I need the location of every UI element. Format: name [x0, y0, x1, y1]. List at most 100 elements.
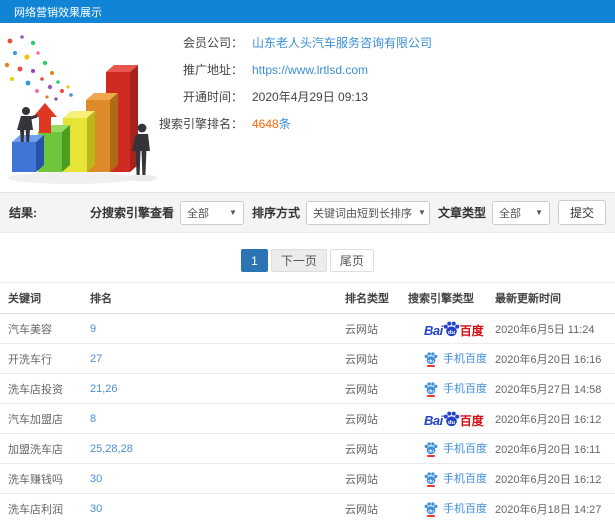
engine-filter-select[interactable]: 全部 ▼	[179, 200, 244, 225]
table-header-row: 关键词 排名 排名类型 搜索引擎类型 最新更新时间	[0, 282, 615, 314]
cell-updated: 2020年5月27日 14:58	[487, 373, 615, 404]
article-type-selected: 全部	[498, 207, 521, 220]
cell-keyword: 开洗车行	[0, 343, 82, 374]
baidu-paw-icon: du	[424, 441, 438, 454]
cell-engine: du 手机百度	[400, 433, 487, 464]
svg-text:du: du	[448, 419, 456, 425]
baidu-paw-icon: du	[443, 321, 459, 336]
cell-rank-type: 云网站	[337, 343, 400, 374]
mobile-baidu-logo: du 手机百度	[424, 380, 487, 397]
baidu-pc-logo: Bai du 百度	[424, 320, 484, 337]
submit-button[interactable]: 提交	[557, 200, 606, 225]
chevron-down-icon: ▼	[229, 208, 237, 217]
open-time-value: 2020年4月29日 09:13	[252, 90, 369, 104]
engine-rank-number: 4648	[252, 117, 279, 131]
cell-rank[interactable]: 21,26	[82, 373, 337, 404]
confetti-dots	[4, 35, 73, 101]
cell-updated: 2020年6月20日 16:16	[487, 343, 615, 374]
baidu-pc-logo: Bai du 百度	[424, 410, 484, 427]
article-type-select[interactable]: 全部 ▼	[491, 200, 550, 225]
info-section: 会员公司： 山东老人头汽车服务咨询有限公司 推广地址： https://www.…	[0, 23, 615, 192]
mobile-baidu-logo: du 手机百度	[424, 440, 487, 457]
cell-engine: Bai du 百度	[400, 313, 487, 344]
page-title: 网络营销效果展示	[14, 6, 102, 19]
cell-rank-type: 云网站	[337, 313, 400, 344]
cell-engine: du 手机百度	[400, 463, 487, 494]
cell-keyword: 洗车赚钱吗	[0, 463, 82, 494]
sort-selected: 关键词由短到长排序	[312, 207, 412, 220]
cell-keyword: 汽车加盟店	[0, 403, 82, 434]
cell-keyword: 汽车美容	[0, 313, 82, 344]
cell-rank[interactable]: 27	[82, 343, 337, 374]
engine-filter-selected: 全部	[186, 207, 209, 220]
table-body: 汽车美容 9 云网站 Bai du 百度 2020年6月5日 11:24 开洗车行 …	[0, 313, 615, 520]
col-rank: 排名	[82, 282, 337, 314]
cell-engine: du 手机百度	[400, 373, 487, 404]
results-table: 关键词 排名 排名类型 搜索引擎类型 最新更新时间 汽车美容 9 云网站 Bai…	[0, 282, 615, 520]
cell-engine: Bai du 百度	[400, 403, 487, 434]
cell-rank[interactable]: 25,28,28	[82, 433, 337, 464]
filter-bar: 结果: 分搜索引擎查看 全部 ▼ 排序方式 关键词由短到长排序 ▼ 文章类型 全…	[0, 192, 615, 233]
baidu-paw-icon: du	[443, 411, 459, 426]
mobile-baidu-logo: du 手机百度	[424, 350, 487, 367]
col-updated: 最新更新时间	[487, 282, 615, 314]
cell-keyword: 加盟洗车店	[0, 433, 82, 464]
cell-rank-type: 云网站	[337, 493, 400, 520]
page-button-1[interactable]: 1	[241, 249, 268, 272]
table-row: 洗车店投资 21,26 云网站 du 手机百度 2020年5月27日 14:58	[0, 373, 615, 404]
svg-text:du: du	[428, 358, 434, 364]
mobile-baidu-logo: du 手机百度	[424, 500, 487, 517]
cell-rank[interactable]: 9	[82, 313, 337, 344]
baidu-paw-icon: du	[424, 381, 438, 394]
svg-text:du: du	[428, 508, 434, 514]
filter-controls: 分搜索引擎查看 全部 ▼ 排序方式 关键词由短到长排序 ▼ 文章类型 全部 ▼ …	[82, 200, 606, 225]
cell-rank[interactable]: 30	[82, 463, 337, 494]
col-rank-type: 排名类型	[337, 282, 400, 314]
table-row: 开洗车行 27 云网站 du 手机百度 2020年6月20日 16:16	[0, 343, 615, 374]
engine-rank-value: 4648条	[252, 117, 291, 132]
next-page-button[interactable]: 下一页	[270, 249, 327, 272]
chevron-down-icon: ▼	[535, 208, 543, 217]
cell-engine: du 手机百度	[400, 493, 487, 520]
table-row: 洗车店利润 30 云网站 du 手机百度 2020年6月18日 14:27	[0, 493, 615, 520]
cell-updated: 2020年6月20日 16:12	[487, 403, 615, 434]
cell-engine: du 手机百度	[400, 343, 487, 374]
table-row: 汽车美容 9 云网站 Bai du 百度 2020年6月5日 11:24	[0, 313, 615, 344]
cell-keyword: 洗车店投资	[0, 373, 82, 404]
chevron-down-icon: ▼	[417, 208, 426, 217]
bar-chart-illustration-image	[4, 35, 157, 184]
sort-select[interactable]: 关键词由短到长排序 ▼	[305, 200, 430, 225]
svg-text:du: du	[428, 478, 434, 484]
col-engine-type: 搜索引擎类型	[400, 282, 487, 314]
header-bar: 网络营销效果展示	[0, 0, 615, 23]
cell-rank[interactable]: 30	[82, 493, 337, 520]
svg-text:du: du	[428, 388, 434, 394]
article-type-label: 文章类型	[437, 206, 486, 220]
baidu-paw-icon: du	[424, 351, 438, 364]
cell-updated: 2020年6月20日 16:12	[487, 463, 615, 494]
cell-rank-type: 云网站	[337, 433, 400, 464]
baidu-paw-icon: du	[424, 471, 438, 484]
cell-updated: 2020年6月18日 14:27	[487, 493, 615, 520]
engine-filter-label: 分搜索引擎查看	[89, 206, 174, 220]
page: 网络营销效果展示 会员公司： 山东老人头汽车服务咨询有限公司 推广地址： htt…	[0, 0, 615, 520]
cell-rank-type: 云网站	[337, 463, 400, 494]
pagination: 1 下一页 尾页	[0, 249, 615, 272]
svg-text:du: du	[448, 329, 456, 335]
sort-label: 排序方式	[251, 206, 300, 220]
cell-rank[interactable]: 8	[82, 403, 337, 434]
cell-updated: 2020年6月5日 11:24	[487, 313, 615, 344]
cell-rank-type: 云网站	[337, 403, 400, 434]
cell-rank-type: 云网站	[337, 373, 400, 404]
table-row: 汽车加盟店 8 云网站 Bai du 百度 2020年6月20日 16:12	[0, 403, 615, 434]
engine-rank-unit: 条	[278, 117, 291, 131]
svg-text:du: du	[428, 448, 434, 454]
last-page-button[interactable]: 尾页	[329, 249, 374, 272]
baidu-paw-icon: du	[424, 501, 438, 514]
cell-keyword: 洗车店利润	[0, 493, 82, 520]
table-row: 加盟洗车店 25,28,28 云网站 du 手机百度 2020年6月20日 16:…	[0, 433, 615, 464]
site-link[interactable]: https://www.lrtlsd.com	[252, 63, 368, 78]
result-label: 结果:	[9, 206, 37, 220]
cell-updated: 2020年6月20日 16:11	[487, 433, 615, 464]
company-link[interactable]: 山东老人头汽车服务咨询有限公司	[252, 36, 432, 51]
